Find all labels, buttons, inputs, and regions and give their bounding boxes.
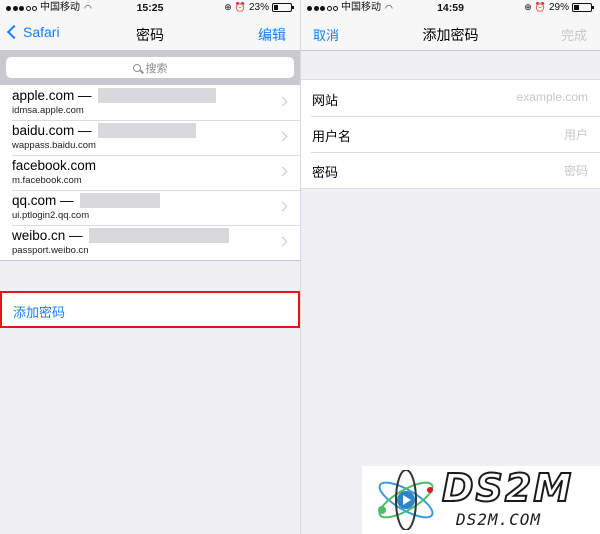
field-label: 密码 [312, 165, 339, 180]
chevron-right-icon [277, 236, 288, 247]
battery-percent: 23% [248, 2, 269, 13]
username-field[interactable]: 用户名 用户 [301, 116, 600, 152]
redacted-username [88, 228, 229, 243]
chevron-right-icon [277, 166, 288, 177]
field-label: 用户名 [312, 129, 352, 144]
field-placeholder: example.com [516, 90, 588, 104]
orientation-lock-icon: ⊕ [524, 2, 532, 12]
redacted-username [79, 193, 160, 208]
password-row-apple[interactable]: apple.com — idmsa.apple.com [0, 85, 300, 120]
redacted-username [97, 123, 196, 138]
password-row-qq[interactable]: qq.com — ui.ptlogin2.qq.com [0, 190, 300, 225]
field-placeholder: 密码 [563, 164, 588, 178]
page-title: 添加密码 [422, 27, 479, 43]
watermark: DS2M DS2M.COM [362, 465, 600, 534]
atom-logo-icon [378, 470, 434, 530]
search-icon [132, 63, 141, 72]
row-subdomain: wappass.baidu.com [12, 140, 96, 151]
orientation-lock-icon: ⊕ [224, 2, 232, 12]
website-field[interactable]: 网站 example.com [301, 80, 600, 116]
row-site: baidu.com — [12, 123, 196, 138]
row-subdomain: m.facebook.com [12, 175, 82, 186]
battery-icon [572, 3, 594, 12]
row-site: apple.com — [12, 88, 216, 103]
field-placeholder: 用户 [563, 128, 588, 142]
chevron-right-icon [277, 96, 288, 107]
password-field[interactable]: 密码 密码 [301, 152, 600, 188]
row-site: weibo.cn — [12, 228, 229, 243]
chevron-right-icon [277, 201, 288, 212]
status-bar: 中国移动 ◠ 14:59 ⊕ ⏰ 29% [301, 0, 600, 16]
add-password-button[interactable]: 添加密码 [0, 291, 300, 328]
add-password-label: 添加密码 [13, 305, 66, 320]
nav-bar: Safari 密码 编辑 [0, 16, 300, 51]
redacted-username [97, 88, 216, 103]
edit-button[interactable]: 编辑 [258, 25, 286, 45]
row-subdomain: idmsa.apple.com [12, 105, 84, 116]
battery-percent: 29% [548, 2, 569, 13]
password-row-weibo[interactable]: weibo.cn — passport.weibo.cn [0, 225, 300, 260]
watermark-title: DS2M [441, 465, 574, 511]
search-placeholder: 搜索 [145, 62, 168, 75]
row-subdomain: passport.weibo.cn [12, 245, 89, 256]
nav-bar: 取消 添加密码 完成 [301, 16, 600, 51]
add-password-form: 网站 example.com 用户名 用户 密码 密码 [301, 79, 600, 189]
site-label: facebook.com [12, 158, 97, 173]
left-phone-screen: 中国移动 ◠ 15:25 ⊕ ⏰ 23% Safari 密码 编辑 搜索 app… [0, 0, 300, 534]
row-site: facebook.com [12, 158, 96, 173]
search-input[interactable]: 搜索 [6, 57, 294, 78]
done-button[interactable]: 完成 [561, 25, 587, 44]
alarm-icon: ⏰ [534, 2, 546, 12]
password-row-baidu[interactable]: baidu.com — wappass.baidu.com [0, 120, 300, 155]
right-phone-screen: 中国移动 ◠ 14:59 ⊕ ⏰ 29% 取消 添加密码 完成 网站 examp… [301, 0, 600, 534]
row-subdomain: ui.ptlogin2.qq.com [12, 210, 90, 221]
password-row-facebook[interactable]: facebook.com m.facebook.com [0, 155, 300, 190]
field-label: 网站 [312, 93, 339, 108]
search-area: 搜索 [0, 51, 300, 85]
site-label: apple.com — [12, 88, 92, 103]
battery-icon [272, 3, 294, 12]
alarm-icon: ⏰ [234, 2, 246, 12]
row-site: qq.com — [12, 193, 160, 208]
status-bar: 中国移动 ◠ 15:25 ⊕ ⏰ 23% [0, 0, 300, 16]
status-right-group: ⊕ ⏰ 29% [524, 2, 594, 13]
site-label: baidu.com — [12, 123, 92, 138]
site-label: weibo.cn — [12, 228, 83, 243]
chevron-right-icon [277, 131, 288, 142]
status-right-group: ⊕ ⏰ 23% [224, 2, 294, 13]
watermark-url: DS2M.COM [456, 510, 542, 529]
page-title: 密码 [136, 27, 164, 43]
site-label: qq.com — [12, 193, 74, 208]
password-list: apple.com — idmsa.apple.com baidu.com — … [0, 85, 300, 261]
